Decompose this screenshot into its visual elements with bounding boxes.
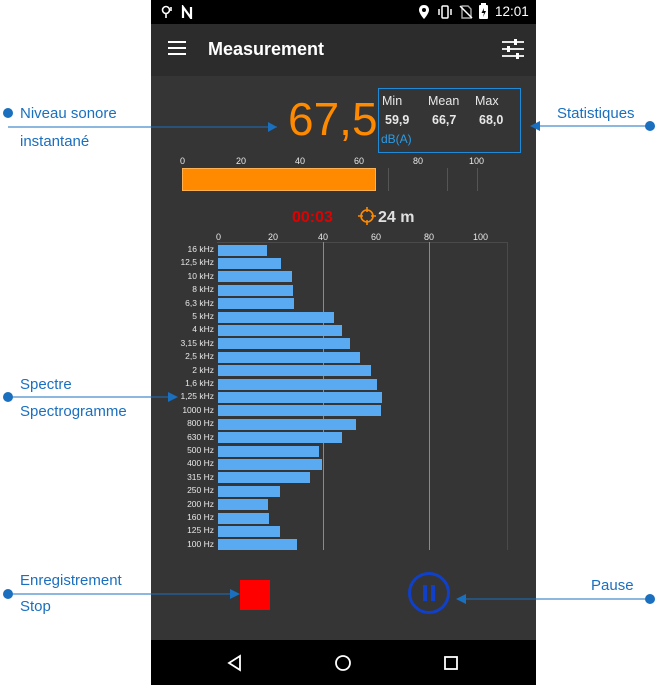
callout-pause: Pause [591, 577, 634, 594]
callout-spectre-line1: Spectre [20, 376, 72, 393]
callout-spectre-line2: Spectrogramme [20, 403, 127, 420]
callout-enreg-line2: Stop [20, 598, 51, 615]
callout-statistiques: Statistiques [557, 105, 635, 122]
callout-enreg-line1: Enregistrement [20, 572, 122, 589]
callout-niveau-line1: Niveau sonore [20, 105, 117, 122]
callout-niveau-line2: instantané [20, 133, 90, 150]
